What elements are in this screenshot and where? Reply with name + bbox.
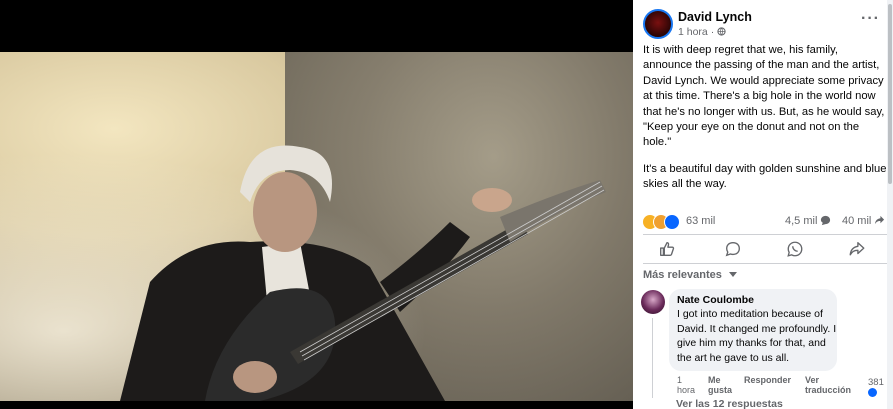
- comment-author[interactable]: Nate Coulombe: [677, 294, 754, 306]
- comment-reaction-count-text: 381: [868, 377, 884, 388]
- divider-top: [643, 234, 887, 235]
- whatsapp-send-button[interactable]: [786, 240, 812, 258]
- post-text-paragraph-2: It's a beautiful day with golden sunshin…: [643, 163, 887, 191]
- media-viewer: [0, 0, 633, 409]
- share-icon: [849, 242, 865, 256]
- like-button[interactable]: [658, 240, 684, 258]
- post-time-text[interactable]: 1 hora: [678, 26, 708, 38]
- comment-reply-button[interactable]: Responder: [744, 375, 791, 385]
- panel-scrollbar[interactable]: [887, 0, 893, 409]
- comments-count-text: 4,5 mil: [785, 215, 818, 227]
- shares-count-text: 40 mil: [842, 215, 872, 227]
- comment-translate-button[interactable]: Ver traducción: [805, 375, 855, 395]
- comment-icon: [725, 242, 740, 257]
- post-author[interactable]: David Lynch: [678, 10, 752, 24]
- audience-globe-icon: ·: [710, 26, 715, 38]
- like-reaction-icon: [664, 214, 680, 230]
- post-photo[interactable]: [0, 52, 633, 401]
- reaction-icons[interactable]: [642, 213, 682, 230]
- commenter-avatar[interactable]: [641, 290, 665, 314]
- caret-down-icon: [728, 272, 737, 277]
- divider-bottom: [643, 263, 887, 264]
- post-panel: David Lynch 1 hora · ··· It is with deep…: [633, 0, 893, 409]
- comment-like-button[interactable]: Me gusta: [708, 375, 736, 395]
- comments-count[interactable]: 4,5 mil: [785, 215, 831, 227]
- shares-count[interactable]: 40 mil: [842, 215, 885, 227]
- author-avatar[interactable]: [643, 9, 673, 39]
- post-time: 1 hora ·: [678, 26, 726, 38]
- more-options-icon[interactable]: ···: [861, 10, 880, 28]
- comment-sort-dropdown[interactable]: Más relevantes: [643, 269, 737, 281]
- comment-text: I got into meditation because of David. …: [677, 308, 837, 364]
- photo-illustration: [120, 145, 606, 401]
- comment-bubble-icon: [821, 215, 831, 226]
- share-arrow-icon: [875, 215, 885, 225]
- scrollbar-thumb[interactable]: [888, 4, 892, 184]
- comment-time[interactable]: 1 hora: [677, 375, 697, 395]
- comment-button[interactable]: [724, 240, 750, 258]
- thumbs-up-icon: [660, 242, 675, 256]
- thread-line: [652, 318, 653, 398]
- whatsapp-icon: [787, 241, 803, 257]
- share-button[interactable]: [848, 240, 874, 258]
- comment-like-icon: [868, 388, 877, 397]
- view-replies-link[interactable]: Ver las 12 respuestas: [676, 398, 783, 409]
- reactions-count[interactable]: 63 mil: [686, 215, 715, 227]
- post-text-paragraph-1: It is with deep regret that we, his fami…: [643, 44, 885, 149]
- globe-icon: [717, 27, 726, 36]
- comment-sort-label: Más relevantes: [643, 269, 722, 281]
